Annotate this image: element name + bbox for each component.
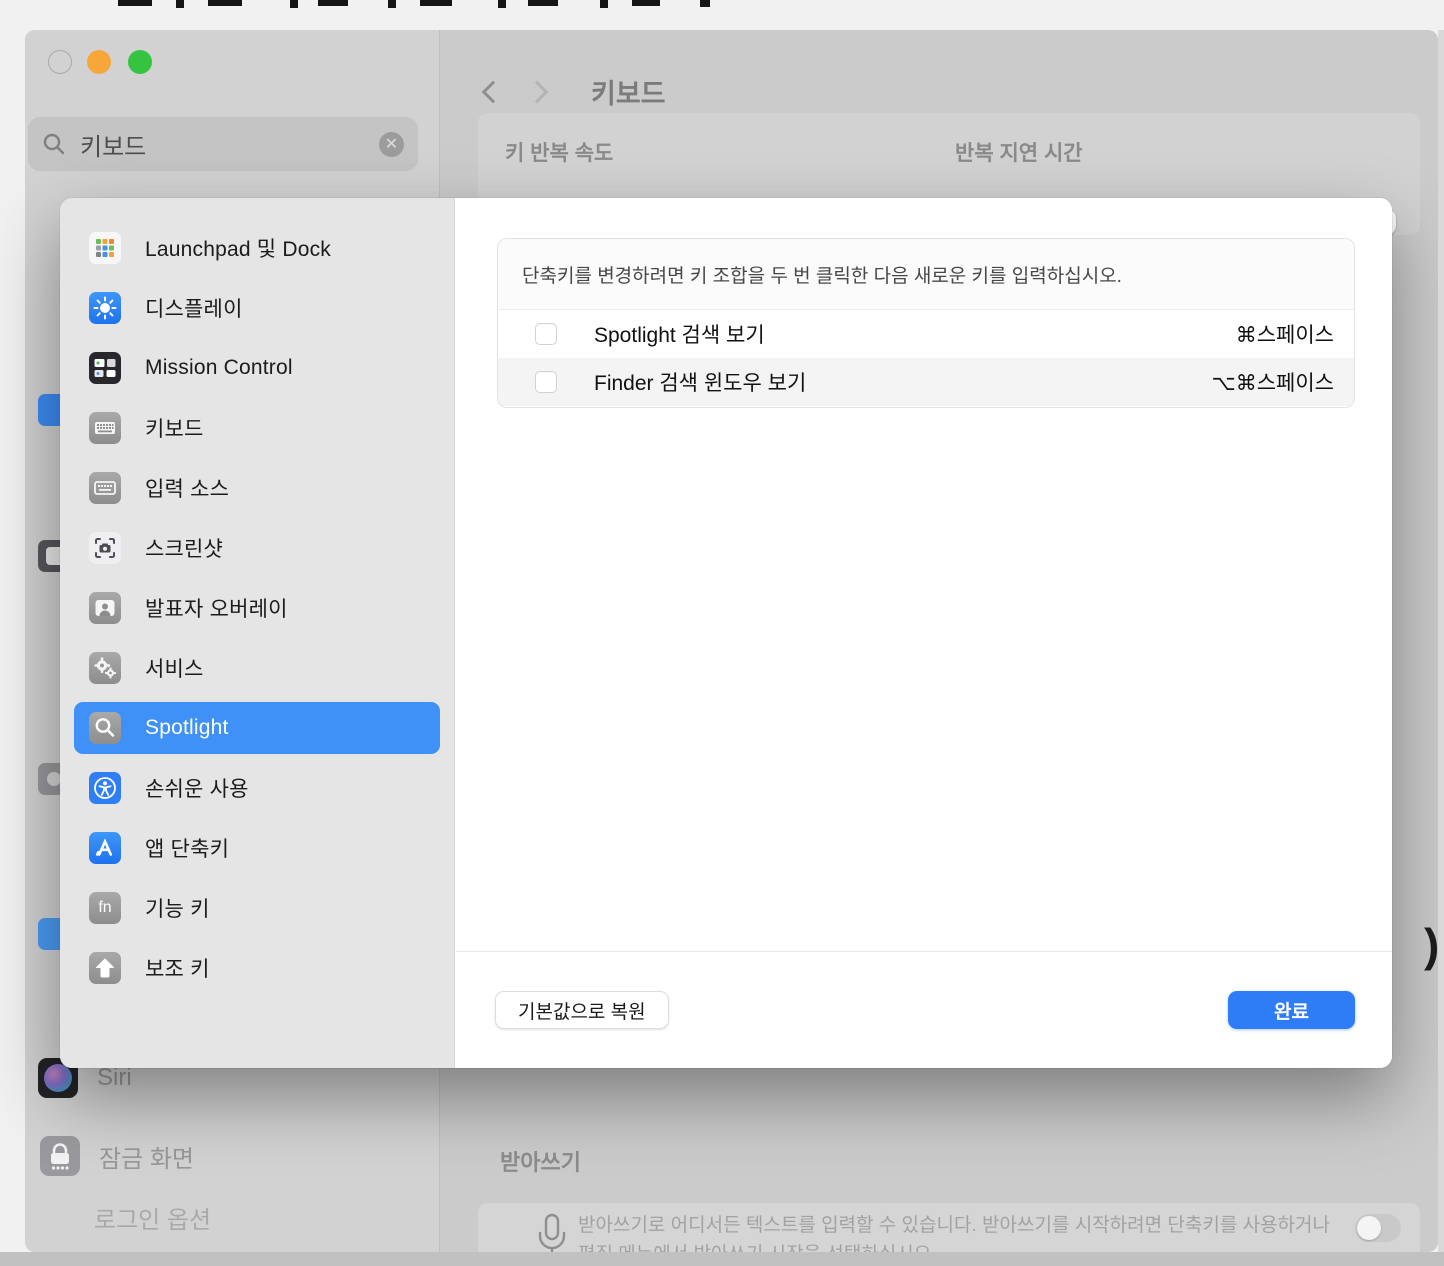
sidebar-item-screenshots[interactable]: 스크린샷 <box>74 522 440 574</box>
shortcut-keys[interactable]: ⌥⌘스페이스 <box>1212 367 1334 397</box>
input-source-icon <box>89 472 121 504</box>
sidebar-item-spotlight[interactable]: Spotlight <box>74 702 440 754</box>
sidebar-item-label: Mission Control <box>145 356 293 380</box>
sidebar-item-label: 스크린샷 <box>145 533 223 563</box>
shortcut-keys[interactable]: ⌘스페이스 <box>1236 319 1334 349</box>
sidebar-item-mission-control[interactable]: Mission Control <box>74 342 440 394</box>
shortcut-row-spotlight-search[interactable]: Spotlight 검색 보기 ⌘스페이스 <box>498 310 1354 358</box>
key-repeat-label: 키 반복 속도 <box>505 137 613 167</box>
sidebar-item-function-keys[interactable]: fn 기능 키 <box>74 882 440 934</box>
screen: ✕ Siri 잠금 화면 로그인 옵션 키보드 <box>0 0 1444 1266</box>
sidebar-item-label: Launchpad 및 Dock <box>145 233 331 263</box>
sidebar-item-lock-screen[interactable]: 잠금 화면 <box>40 1136 194 1176</box>
mission-control-icon <box>89 352 121 384</box>
sidebar-item-keyboard[interactable]: 키보드 <box>74 402 440 454</box>
sidebar-item-label: 앱 단축키 <box>145 833 229 863</box>
shift-key-icon <box>89 952 121 984</box>
sidebar-item-label: 손쉬운 사용 <box>145 773 249 803</box>
spotlight-shortcuts-card: 단축키를 변경하려면 키 조합을 두 번 클릭한 다음 새로운 키를 입력하십시… <box>497 238 1355 408</box>
footer-divider <box>456 951 1392 952</box>
screenshot-icon <box>89 532 121 564</box>
shortcuts-sidebar: Launchpad 및 Dock 디스플레이 <box>60 198 455 1068</box>
sidebar-item-label: Spotlight <box>145 716 229 740</box>
sidebar-item-app-shortcuts[interactable]: 앱 단축키 <box>74 822 440 874</box>
backdrop-right-strip <box>1438 30 1444 1252</box>
sidebar-item-accessibility[interactable]: 손쉬운 사용 <box>74 762 440 814</box>
sidebar-item-presenter-overlay[interactable]: 발표자 오버레이 <box>74 582 440 634</box>
zoom-button[interactable] <box>128 50 152 74</box>
keyboard-icon <box>89 412 121 444</box>
back-icon[interactable] <box>482 80 505 103</box>
shortcut-label: Finder 검색 윈도우 보기 <box>594 367 806 397</box>
checkbox-spotlight-search[interactable] <box>535 323 557 345</box>
launchpad-icon <box>89 232 121 264</box>
dictation-card: 받아쓰기로 어디서든 텍스트를 입력할 수 있습니다. 받아쓰기를 시작하려면 … <box>478 1203 1420 1252</box>
minimize-button[interactable] <box>87 50 111 74</box>
forward-icon[interactable] <box>526 80 549 103</box>
shortcut-label: Spotlight 검색 보기 <box>594 319 765 349</box>
display-icon <box>89 292 121 324</box>
presenter-overlay-icon <box>89 592 121 624</box>
sidebar-item-label: 디스플레이 <box>145 293 243 323</box>
search-field[interactable]: ✕ <box>28 117 418 171</box>
sidebar-item-label: 키보드 <box>145 413 204 443</box>
sidebar-item-label: Siri <box>97 1064 132 1092</box>
checkbox-finder-search[interactable] <box>535 371 557 393</box>
sidebar-item-display[interactable]: 디스플레이 <box>74 282 440 334</box>
sidebar-item-services[interactable]: 서비스 <box>74 642 440 694</box>
spotlight-icon <box>89 712 121 744</box>
shortcuts-panel: 단축키를 변경하려면 키 조합을 두 번 클릭한 다음 새로운 키를 입력하십시… <box>456 198 1392 1068</box>
dictation-title: 받아쓰기 <box>500 1145 581 1177</box>
backdrop-bottom-strip <box>0 1252 1444 1266</box>
instruction-text: 단축키를 변경하려면 키 조합을 두 번 클릭한 다음 새로운 키를 입력하십시… <box>498 239 1354 310</box>
dictation-description: 받아쓰기로 어디서든 텍스트를 입력할 수 있습니다. 받아쓰기를 시작하려면 … <box>578 1211 1398 1252</box>
sidebar-item-label: 서비스 <box>145 653 204 683</box>
clear-search-icon[interactable]: ✕ <box>379 132 404 157</box>
sidebar-item-modifier-keys[interactable]: 보조 키 <box>74 942 440 994</box>
sidebar-item-label: 잠금 화면 <box>99 1139 194 1174</box>
repeat-delay-label: 반복 지연 시간 <box>955 137 1083 167</box>
sidebar-item-label: 보조 키 <box>145 953 210 983</box>
page-title: 키보드 <box>591 72 666 111</box>
restore-defaults-button[interactable]: 기본값으로 복원 <box>495 991 669 1029</box>
sidebar-item-login-options[interactable]: 로그인 옵션 <box>94 1200 211 1235</box>
microphone-icon <box>535 1213 569 1252</box>
services-icon <box>89 652 121 684</box>
lock-icon <box>40 1136 80 1176</box>
sidebar-item-label: 발표자 오버레이 <box>145 593 288 623</box>
sidebar-item-label: 기능 키 <box>145 893 210 923</box>
search-icon <box>42 132 66 156</box>
app-store-icon <box>89 832 121 864</box>
search-input[interactable] <box>80 130 360 158</box>
accessibility-icon <box>89 772 121 804</box>
fn-key-icon: fn <box>89 892 121 924</box>
sidebar-item-launchpad-dock[interactable]: Launchpad 및 Dock <box>74 222 440 274</box>
dictation-toggle[interactable] <box>1355 1214 1401 1242</box>
done-button[interactable]: 완료 <box>1228 991 1355 1029</box>
keyboard-shortcuts-sheet: Launchpad 및 Dock 디스플레이 <box>60 198 1392 1068</box>
sidebar-item-input-sources[interactable]: 입력 소스 <box>74 462 440 514</box>
close-button[interactable] <box>48 50 72 74</box>
shortcut-row-finder-search[interactable]: Finder 검색 윈도우 보기 ⌥⌘스페이스 <box>498 358 1354 406</box>
sidebar-item-label: 입력 소스 <box>145 473 229 503</box>
